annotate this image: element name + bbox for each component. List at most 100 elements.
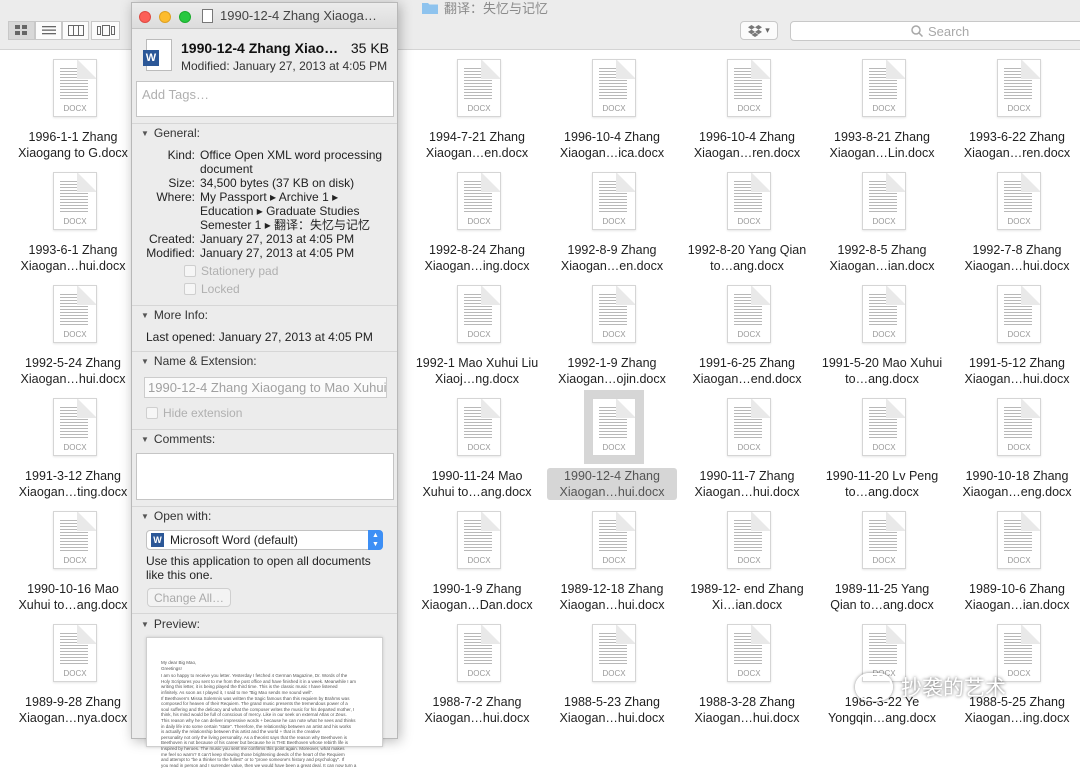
- file-name-text: 1988-5-23 Zhang Xiaogan…hui.docx: [559, 695, 665, 725]
- docx-file-icon: DOCX: [53, 398, 97, 456]
- file-item[interactable]: DOCX 1992-7-8 Zhang Xiaogan…hui.docx: [952, 164, 1080, 273]
- file-item[interactable]: DOCX 1992-1-9 Zhang Xiaogan…ojin.docx: [547, 277, 677, 386]
- general-section-toggle[interactable]: ▼ General:: [141, 126, 200, 140]
- file-item[interactable]: DOCX 1988-5-23 Zhang Xiaogan…hui.docx: [547, 616, 677, 725]
- docx-tag: DOCX: [467, 330, 491, 339]
- doc-text-lines: [1004, 633, 1032, 665]
- change-all-button[interactable]: Change All…: [147, 588, 232, 607]
- file-item[interactable]: DOCX 1989-11-25 Yang Qian to…ang.docx: [817, 503, 947, 612]
- name-extension-field[interactable]: 1990-12-4 Zhang Xiaogang to Mao Xuhui.do…: [144, 377, 387, 398]
- docx-tag: DOCX: [1007, 556, 1031, 565]
- stationery-pad-checkbox[interactable]: Stationery pad: [184, 264, 278, 278]
- file-name: 1993-8-21 Zhang Xiaogan…Lin.docx: [817, 129, 947, 161]
- file-name-text: 1993-6-22 Zhang Xiaogan…ren.docx: [963, 130, 1071, 160]
- file-item[interactable]: DOCX 1990-11-24 Mao Xuhui to…ang.docx: [412, 390, 542, 500]
- file-name: 1992-5-24 Zhang Xiaogan…hui.docx: [8, 355, 138, 387]
- doc-text-lines: [1004, 181, 1032, 213]
- docx-tag: DOCX: [63, 443, 87, 452]
- preview-section-toggle[interactable]: ▼ Preview:: [141, 617, 200, 631]
- comments-section-toggle[interactable]: ▼ Comments:: [141, 432, 215, 446]
- open-with-popup[interactable]: W Microsoft Word (default) ▲ ▼: [146, 530, 383, 550]
- docx-tag: DOCX: [737, 669, 761, 678]
- doc-text-lines: [60, 520, 88, 552]
- file-item[interactable]: DOCX 1990-10-16 Mao Xuhui to…ang.docx: [8, 503, 138, 612]
- file-item[interactable]: DOCX 1994-7-21 Zhang Xiaogan…en.docx: [412, 51, 542, 160]
- info-file-name: 1990-12-4 Zhang Xiao…: [181, 40, 339, 56]
- open-with-section-toggle[interactable]: ▼ Open with:: [141, 509, 211, 523]
- file-item[interactable]: DOCX 1990-11-7 Zhang Xiaogan…hui.docx: [682, 390, 812, 499]
- file-name-text: 1992-1 Mao Xuhui Liu Xiaoj…ng.docx: [415, 356, 539, 386]
- cover-flow-button[interactable]: [91, 21, 120, 40]
- docx-tag: DOCX: [602, 330, 626, 339]
- file-item[interactable]: DOCX 1990-1-9 Zhang Xiaogan…Dan.docx: [412, 503, 542, 612]
- file-item[interactable]: DOCX 1991-5-20 Mao Xuhui to…ang.docx: [817, 277, 947, 386]
- info-titlebar[interactable]: 1990-12-4 Zhang Xiaoga…: [132, 3, 397, 29]
- preview-line: I am so happy to receive you letter. Yes…: [161, 673, 348, 679]
- file-item[interactable]: DOCX 1989-12- end Zhang Xi…ian.docx: [682, 503, 812, 612]
- file-item[interactable]: DOCX 1988-3-28 Zhang Xiaogan…hui.docx: [682, 616, 812, 725]
- checkbox-box: [146, 407, 158, 419]
- file-name: 1992-8-9 Zhang Xiaogan…en.docx: [547, 242, 677, 274]
- list-view-button[interactable]: [35, 21, 62, 40]
- file-item[interactable]: DOCX 1988-5-25 Zhang Xiaogan…ing.docx: [952, 616, 1080, 725]
- file-item[interactable]: DOCX 1996-10-4 Zhang Xiaogan…ica.docx: [547, 51, 677, 160]
- file-item[interactable]: DOCX 1991-3-12 Zhang Xiaogan…ting.docx: [8, 390, 138, 499]
- divider: [132, 506, 397, 507]
- open-with-heading: Open with:: [153, 509, 212, 523]
- file-item[interactable]: DOCX 1993-6-22 Zhang Xiaogan…ren.docx: [952, 51, 1080, 160]
- file-item[interactable]: DOCX 1990-12-4 Zhang Xiaogan…hui.docx: [547, 390, 677, 500]
- file-item[interactable]: DOCX 1990-10-18 Zhang Xiaogan…eng.docx: [952, 390, 1080, 499]
- docx-file-icon: DOCX: [584, 390, 644, 464]
- file-name: 1992-1 Mao Xuhui Liu Xiaoj…ng.docx: [412, 355, 542, 387]
- file-item[interactable]: DOCX 1992-8-24 Zhang Xiaogan…ing.docx: [412, 164, 542, 273]
- file-item[interactable]: DOCX 1991-5-12 Zhang Xiaogan…hui.docx: [952, 277, 1080, 386]
- docx-tag: DOCX: [872, 217, 896, 226]
- docx-file-icon: DOCX: [53, 59, 97, 117]
- minimize-button[interactable]: [159, 11, 171, 23]
- zoom-button[interactable]: [179, 11, 191, 23]
- search-field[interactable]: Search: [790, 21, 1080, 41]
- file-item[interactable]: DOCX 1992-5-24 Zhang Xiaogan…hui.docx: [8, 277, 138, 387]
- file-item[interactable]: DOCX 1996-1-1 Zhang Xiaogang to G.docx: [8, 51, 138, 160]
- docx-file-icon: DOCX: [727, 172, 771, 230]
- close-button[interactable]: [139, 11, 151, 23]
- docx-tag: DOCX: [872, 443, 896, 452]
- file-item[interactable]: DOCX 1992-8-9 Zhang Xiaogan…en.docx: [547, 164, 677, 274]
- file-name-text: 1991-5-12 Zhang Xiaogan…hui.docx: [964, 356, 1070, 386]
- tags-field[interactable]: Add Tags…: [136, 81, 394, 117]
- file-item[interactable]: DOCX 1992-8-5 Zhang Xiaogan…ian.docx: [817, 164, 947, 273]
- file-item[interactable]: DOCX 1990-11-20 Lv Peng to…ang.docx: [817, 390, 947, 499]
- disclosure-triangle-icon: ▼: [141, 434, 149, 444]
- file-name-text: 1996-1-1 Zhang Xiaogang to G.docx: [18, 130, 128, 160]
- more-info-section-toggle[interactable]: ▼ More Info:: [141, 308, 208, 322]
- name-extension-section-toggle[interactable]: ▼ Name & Extension:: [141, 354, 257, 368]
- hide-extension-checkbox[interactable]: Hide extension: [146, 406, 242, 420]
- comments-field[interactable]: [136, 453, 394, 500]
- file-name: 1992-8-20 Yang Qian to…ang.docx: [682, 242, 812, 274]
- docx-tag: DOCX: [467, 669, 491, 678]
- file-item[interactable]: DOCX 1993-6-1 Zhang Xiaogan…hui.docx: [8, 164, 138, 273]
- icon-view-button[interactable]: [8, 21, 35, 40]
- file-item[interactable]: DOCX 1988-7-2 Zhang Xiaogan…hui.docx: [412, 616, 542, 725]
- file-name: 1990-11-24 Mao Xuhui to…ang.docx: [412, 468, 542, 500]
- divider: [132, 123, 397, 124]
- file-item[interactable]: DOCX 1989-9-28 Zhang Xiaogan…nya.docx: [8, 616, 138, 725]
- file-item[interactable]: DOCX 1992-1 Mao Xuhui Liu Xiaoj…ng.docx: [412, 277, 542, 387]
- docx-file-icon: DOCX: [457, 398, 501, 456]
- file-item[interactable]: DOCX 1989-12-18 Zhang Xiaogan…hui.docx: [547, 503, 677, 612]
- docx-tag: DOCX: [467, 104, 491, 113]
- dropbox-menu-button[interactable]: ▾: [740, 21, 778, 40]
- file-item[interactable]: DOCX 1991-6-25 Zhang Xiaogan…end.docx: [682, 277, 812, 386]
- file-item[interactable]: DOCX 1988-3-22 Ye Yongqin…ang.docx: [817, 616, 947, 725]
- file-item[interactable]: DOCX 1993-8-21 Zhang Xiaogan…Lin.docx: [817, 51, 947, 161]
- more-info-heading: More Info:: [153, 308, 208, 322]
- file-item[interactable]: DOCX 1989-10-6 Zhang Xiaogan…ian.docx: [952, 503, 1080, 612]
- docx-file-icon: DOCX: [727, 511, 771, 569]
- name-extension-heading: Name & Extension:: [153, 354, 257, 368]
- column-view-button[interactable]: [62, 21, 89, 40]
- file-item[interactable]: DOCX 1996-10-4 Zhang Xiaogan…ren.docx: [682, 51, 812, 160]
- docx-tag: DOCX: [737, 217, 761, 226]
- doc-text-lines: [599, 68, 627, 100]
- file-item[interactable]: DOCX 1992-8-20 Yang Qian to…ang.docx: [682, 164, 812, 274]
- locked-checkbox[interactable]: Locked: [184, 282, 240, 296]
